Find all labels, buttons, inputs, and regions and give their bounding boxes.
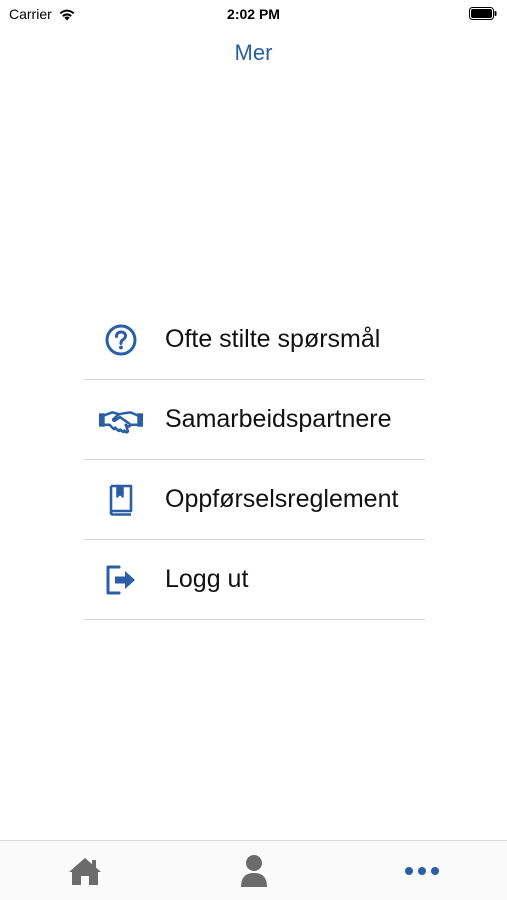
- tab-bar: [0, 840, 507, 900]
- page-title: Mer: [234, 40, 273, 65]
- menu-item-faq[interactable]: Ofte stilte spørsmål: [84, 300, 425, 380]
- more-icon: [405, 867, 439, 875]
- menu-item-partners[interactable]: Samarbeidspartnere: [84, 380, 425, 460]
- menu-item-label: Oppførselsreglement: [165, 485, 399, 513]
- menu-item-label: Samarbeidspartnere: [165, 405, 392, 433]
- menu-item-label: Logg ut: [165, 565, 249, 593]
- menu-item-logout[interactable]: Logg ut: [84, 540, 425, 620]
- more-menu: Ofte stilte spørsmål Samarbeidspartnere …: [84, 300, 425, 620]
- logout-icon: [98, 563, 144, 597]
- tab-more[interactable]: [402, 853, 442, 889]
- battery-icon: [469, 7, 497, 20]
- status-time: 2:02 PM: [227, 6, 280, 22]
- user-icon: [241, 855, 267, 887]
- tab-profile[interactable]: [234, 853, 274, 889]
- question-circle-icon: [98, 323, 144, 357]
- tab-home[interactable]: [65, 853, 105, 889]
- book-icon: [98, 483, 144, 517]
- menu-item-label: Ofte stilte spørsmål: [165, 325, 381, 353]
- status-bar: Carrier 2:02 PM: [0, 0, 507, 28]
- menu-item-code-of-conduct[interactable]: Oppførselsreglement: [84, 460, 425, 540]
- home-icon: [69, 858, 101, 885]
- handshake-icon: [98, 403, 144, 437]
